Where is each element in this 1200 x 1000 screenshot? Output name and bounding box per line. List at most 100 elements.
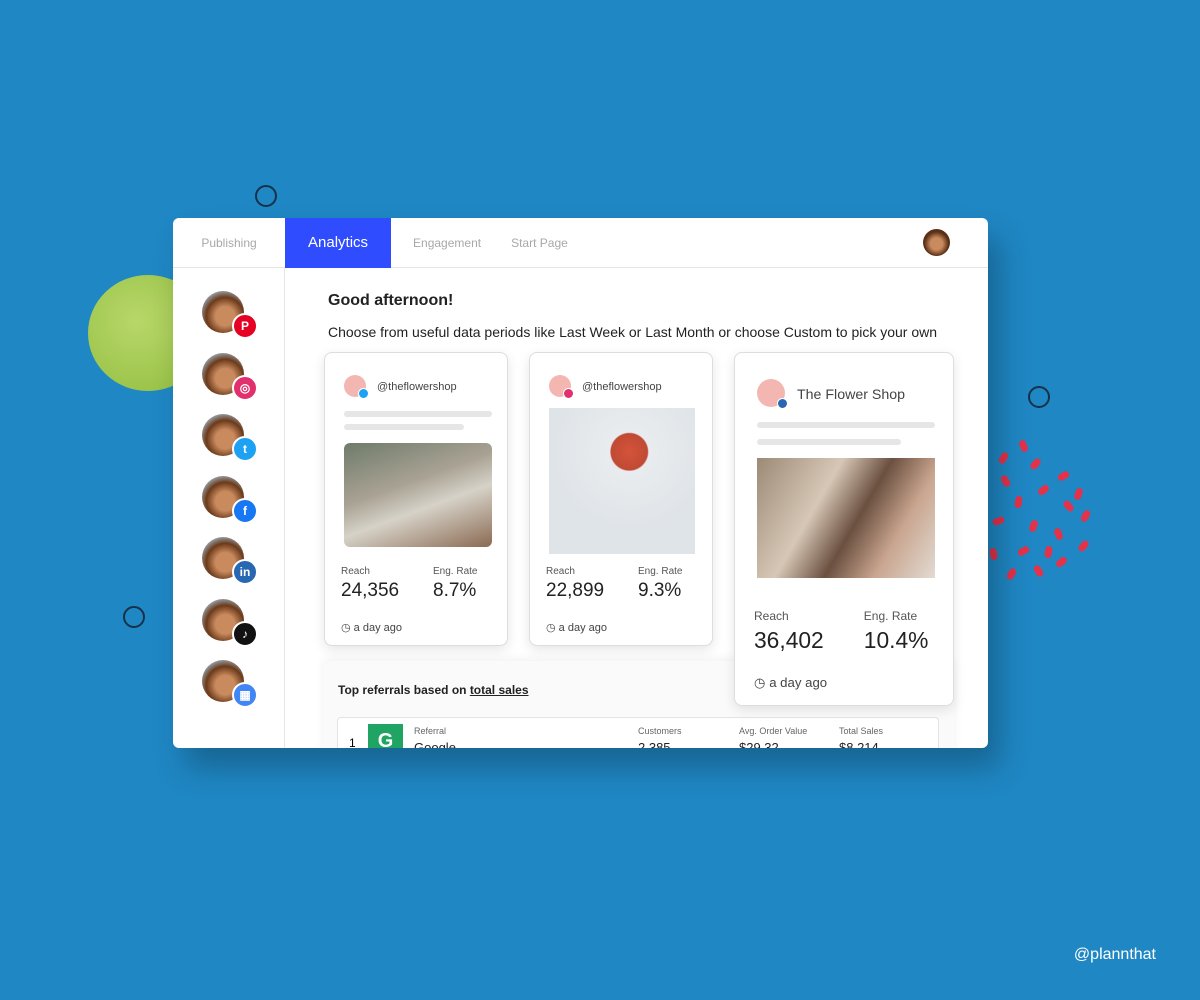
reach-label: Reach xyxy=(754,609,789,623)
confetti xyxy=(1036,483,1051,497)
pinterest-icon: P xyxy=(232,313,258,339)
linkedin-icon xyxy=(777,398,788,409)
reach-value: 24,356 xyxy=(341,580,400,601)
eng-rate-label: Eng. Rate xyxy=(638,566,683,577)
eng-rate-label: Eng. Rate xyxy=(863,609,918,623)
sales-value: $8,214 xyxy=(839,740,879,748)
account-handle: @theflowershop xyxy=(377,381,457,393)
confetti xyxy=(1016,544,1031,558)
eng-rate-value: 8.7% xyxy=(433,580,477,601)
decor-ring xyxy=(123,606,145,628)
profile-avatar xyxy=(549,375,574,399)
sales-label: Total Sales xyxy=(839,726,884,736)
eng-rate-label: Eng. Rate xyxy=(433,566,478,577)
confetti xyxy=(1014,495,1023,509)
app-window: Publishing Analytics Engagement Start Pa… xyxy=(173,218,988,748)
reach-label: Reach xyxy=(341,566,370,577)
google-business-icon: ▦ xyxy=(232,682,258,708)
confetti xyxy=(1079,509,1092,523)
confetti xyxy=(989,547,998,561)
facebook-icon: f xyxy=(232,497,258,524)
referrals-title-text: Top referrals based on xyxy=(338,683,470,697)
sidebar-account-tiktok[interactable]: ♪ xyxy=(202,598,258,647)
timestamp: ◷ a day ago xyxy=(546,621,607,634)
greeting: Good afternoon! xyxy=(328,292,454,309)
reach-value: 22,899 xyxy=(546,580,605,601)
eng-rate-value: 9.3% xyxy=(638,580,682,601)
confetti xyxy=(1032,564,1045,578)
post-card[interactable]: The Flower Shop Reach 36,402 Eng. Rate 1… xyxy=(734,352,954,706)
linkedin-icon: in xyxy=(232,559,258,585)
reach-label: Reach xyxy=(546,566,575,577)
total-sales-link[interactable]: total sales xyxy=(470,683,529,697)
post-image xyxy=(344,443,492,547)
referrals-title: Top referrals based on total sales xyxy=(338,683,529,697)
account-handle: The Flower Shop xyxy=(797,387,906,403)
decor-ring xyxy=(1028,386,1050,408)
placeholder-line xyxy=(344,411,492,417)
tab-start-page[interactable]: Start Page xyxy=(496,218,583,268)
referral-label: Referral xyxy=(414,726,447,736)
aov-label: Avg. Order Value xyxy=(739,726,808,736)
eng-rate-value: 10.4% xyxy=(863,627,929,653)
rank: 1 xyxy=(349,736,356,748)
confetti xyxy=(991,515,1006,527)
confetti xyxy=(1044,545,1053,559)
confetti xyxy=(1028,519,1039,533)
post-image xyxy=(757,458,935,578)
decor-ring xyxy=(255,185,277,207)
subtitle: Choose from useful data periods like Las… xyxy=(328,324,938,340)
instagram-icon xyxy=(563,388,574,399)
post-card[interactable]: @theflowershop Reach 22,899 Eng. Rate 9.… xyxy=(529,352,713,646)
confetti xyxy=(1061,499,1076,513)
time-text: a day ago xyxy=(558,622,607,634)
clock-icon: ◷ xyxy=(546,622,556,634)
placeholder-line xyxy=(757,422,935,428)
clock-icon: ◷ xyxy=(341,622,351,634)
main-content: Good afternoon! Choose from useful data … xyxy=(285,268,988,748)
table-row[interactable]: 1 G Referral Google Customers 2,385 Avg.… xyxy=(337,717,939,748)
sidebar-account-twitter[interactable]: t xyxy=(202,414,258,462)
confetti xyxy=(1054,555,1069,569)
account-handle: @theflowershop xyxy=(582,381,662,393)
customers-label: Customers xyxy=(638,726,682,736)
sidebar-account-linkedin[interactable]: in xyxy=(202,537,258,585)
timestamp: ◷ a day ago xyxy=(754,675,827,691)
timestamp: ◷ a day ago xyxy=(341,621,402,634)
time-text: a day ago xyxy=(353,622,402,634)
post-card[interactable]: @theflowershop Reach 24,356 Eng. Rate 8.… xyxy=(324,352,508,646)
profile-avatar xyxy=(344,375,369,399)
top-nav: Publishing Analytics Engagement Start Pa… xyxy=(173,218,988,268)
watermark: @plannthat xyxy=(1073,946,1156,963)
aov-value: $29.32 xyxy=(739,740,779,748)
sidebar-account-pinterest[interactable]: P xyxy=(202,291,258,339)
confetti xyxy=(1056,469,1071,483)
time-text: a day ago xyxy=(769,675,828,690)
sidebar-account-instagram[interactable]: ◎ xyxy=(202,352,258,401)
confetti xyxy=(1005,567,1018,581)
twitter-icon xyxy=(358,388,369,399)
customers-value: 2,385 xyxy=(638,740,671,748)
tab-publishing[interactable]: Publishing xyxy=(173,218,285,268)
confetti xyxy=(1076,539,1091,553)
user-avatar[interactable] xyxy=(923,229,950,256)
sidebar: P ◎ t f in ♪ ▦ xyxy=(173,268,285,748)
profile-avatar xyxy=(757,379,788,409)
twitter-icon: t xyxy=(232,436,258,462)
confetti xyxy=(1018,439,1029,453)
placeholder-line xyxy=(757,439,901,445)
confetti xyxy=(999,474,1012,488)
confetti xyxy=(1053,527,1064,541)
confetti xyxy=(1028,457,1043,471)
sidebar-account-facebook[interactable]: f xyxy=(202,475,258,524)
sidebar-account-google-business[interactable]: ▦ xyxy=(202,660,258,708)
confetti xyxy=(1073,487,1084,501)
placeholder-line xyxy=(344,424,464,430)
tab-analytics[interactable]: Analytics xyxy=(285,218,392,268)
tab-engagement[interactable]: Engagement xyxy=(398,218,496,268)
confetti xyxy=(997,451,1010,465)
post-image xyxy=(549,408,695,554)
instagram-icon: ◎ xyxy=(232,374,258,401)
referral-value: Google xyxy=(414,740,456,748)
google-logo: G xyxy=(368,724,403,748)
